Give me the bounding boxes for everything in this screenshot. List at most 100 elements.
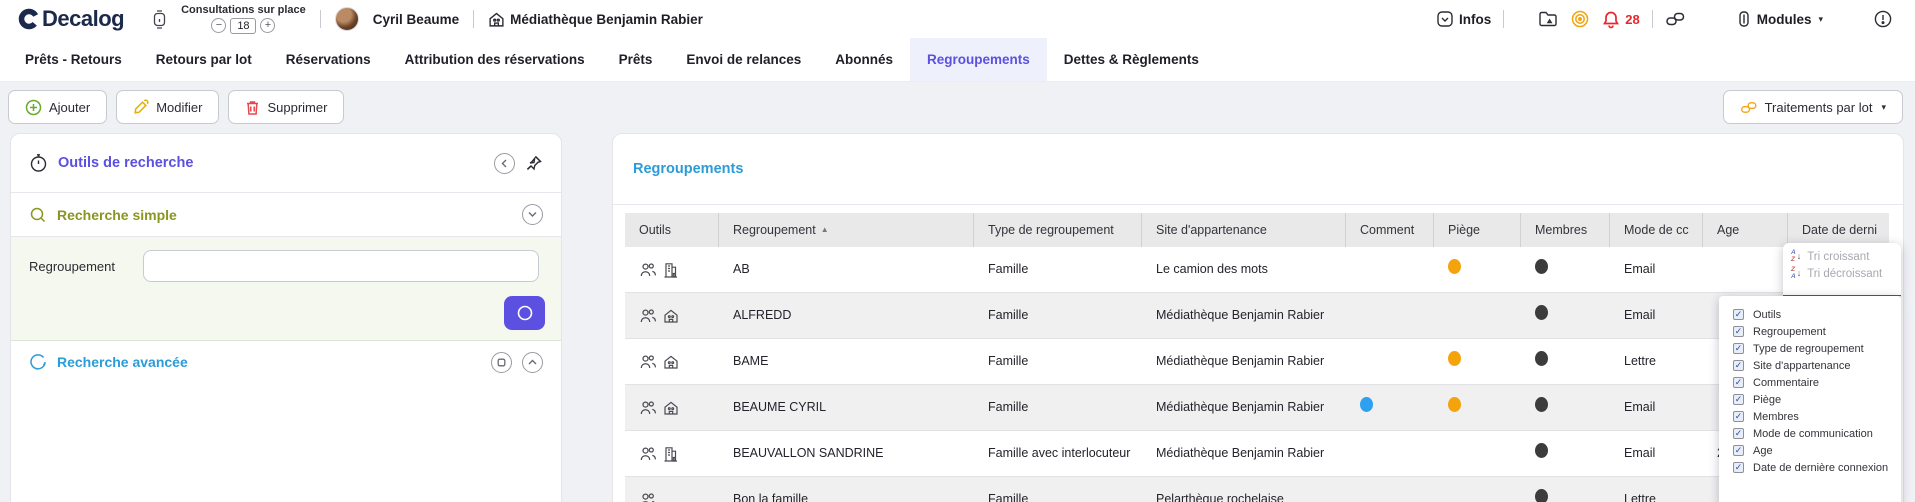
add-button[interactable]: Ajouter	[8, 90, 107, 124]
nav-tab[interactable]: Attribution des réservations	[388, 38, 602, 81]
nav-tab[interactable]: Regroupements	[910, 38, 1047, 81]
family-icon[interactable]	[639, 400, 657, 416]
nav-tab[interactable]: Réservations	[269, 38, 388, 81]
checkbox-checked-icon: ✓	[1733, 462, 1744, 473]
building-icon[interactable]	[663, 262, 678, 278]
column-toggle-item[interactable]: ✓ Membres	[1719, 408, 1901, 425]
column-toggle-item[interactable]: ✓ Regroupement	[1719, 323, 1901, 340]
column-toggle-label: Piège	[1753, 394, 1781, 406]
column-header[interactable]: Membres ▲	[1521, 213, 1610, 247]
delete-button[interactable]: Supprimer	[228, 90, 344, 124]
nav-tab[interactable]: Prêts - Retours	[8, 38, 139, 81]
column-header[interactable]: Date de derni ▲	[1788, 213, 1889, 247]
row-comment-cell	[1346, 437, 1434, 469]
table-row[interactable]: AB Famille Le camion des mots Email	[625, 247, 1889, 293]
building-icon[interactable]	[663, 446, 678, 462]
table-row[interactable]: BEAUME CYRIL Famille Médiathèque Benjami…	[625, 385, 1889, 431]
current-site[interactable]: Médiathèque Benjamin Rabier	[488, 11, 703, 28]
app-logo[interactable]: Decalog	[18, 6, 124, 32]
nav-tab-label: Retours par lot	[156, 52, 252, 67]
piege-dot	[1448, 397, 1461, 412]
table-row[interactable]: ALFREDD Famille Médiathèque Benjamin Rab…	[625, 293, 1889, 339]
row-piege-cell	[1434, 345, 1521, 377]
links-button[interactable]	[1665, 9, 1686, 29]
table-row[interactable]: BEAUVALLON SANDRINE Famille avec interlo…	[625, 431, 1889, 477]
stopwatch-icon	[29, 153, 48, 173]
column-toggle-item[interactable]: ✓ Age	[1719, 442, 1901, 459]
nav-tab[interactable]: Envoi de relances	[669, 38, 818, 81]
column-toggle-item[interactable]: ✓ Mode de communication	[1719, 425, 1901, 442]
column-header[interactable]: Type de regroupement ▲	[974, 213, 1142, 247]
house-icon[interactable]	[663, 354, 679, 370]
documents-button[interactable]	[1538, 9, 1558, 29]
sort-ascending-item[interactable]: AZ↓ Tri croissant	[1783, 248, 1901, 265]
column-header[interactable]: Comment ▲	[1346, 213, 1434, 247]
row-type-cell: Famille	[974, 346, 1142, 376]
simple-search-header[interactable]: Recherche simple	[11, 193, 561, 237]
advanced-search-title: Recherche avancée	[57, 354, 481, 370]
row-type-cell: Famille	[974, 300, 1142, 330]
user-avatar[interactable]	[335, 7, 359, 31]
search-submit-button[interactable]	[504, 296, 545, 330]
column-toggle-label: Commentaire	[1753, 377, 1819, 389]
family-icon[interactable]	[639, 308, 657, 324]
checkbox-checked-icon: ✓	[1733, 360, 1744, 371]
column-toggle-item[interactable]: ✓ Date de dernière connexion	[1719, 459, 1901, 476]
link-icon	[1740, 99, 1758, 116]
advanced-search-header[interactable]: Recherche avancée	[11, 341, 561, 383]
edit-button[interactable]: Modifier	[116, 90, 219, 124]
column-header[interactable]: Mode de cc ▲	[1610, 213, 1703, 247]
column-toggle-item[interactable]: ✓ Outils	[1719, 306, 1901, 323]
stop-section-button[interactable]	[491, 352, 512, 373]
row-name-cell: ALFREDD	[719, 300, 974, 330]
consultations-value[interactable]: 18	[230, 18, 256, 34]
nav-tab[interactable]: Prêts	[602, 38, 670, 81]
house-icon[interactable]	[663, 400, 679, 416]
infos-button[interactable]: Infos	[1436, 10, 1491, 28]
consultations-counter: Consultations sur place − 18 +	[181, 4, 306, 33]
column-header[interactable]: Piège ▲	[1434, 213, 1521, 247]
nav-tab[interactable]: Dettes & Règlements	[1047, 38, 1216, 81]
simple-search-title: Recherche simple	[57, 207, 512, 223]
checkbox-checked-icon: ✓	[1733, 326, 1744, 337]
alerts-button[interactable]	[1873, 9, 1893, 29]
expand-section-button[interactable]	[522, 352, 543, 373]
sort-descending-item[interactable]: ZA↓ Tri décroissant	[1783, 265, 1901, 282]
modules-menu[interactable]: Modules ▾	[1736, 10, 1823, 28]
collapse-panel-button[interactable]	[494, 153, 515, 174]
column-toggle-item[interactable]: ✓ Piège	[1719, 391, 1901, 408]
row-tools-cell	[625, 394, 719, 422]
family-icon[interactable]	[639, 492, 657, 502]
column-header[interactable]: Age ▲	[1703, 213, 1788, 247]
column-header[interactable]: Regroupement ▲	[719, 213, 974, 247]
column-toggle-item[interactable]: ✓ Site d'appartenance	[1719, 357, 1901, 374]
table-row[interactable]: BAME Famille Médiathèque Benjamin Rabier…	[625, 339, 1889, 385]
column-toggle-item[interactable]: ✓ Commentaire	[1719, 374, 1901, 391]
column-toggle-item[interactable]: ✓ Type de regroupement	[1719, 340, 1901, 357]
batch-actions-button[interactable]: Traitements par lot ▾	[1723, 90, 1903, 124]
pin-button[interactable]	[525, 154, 543, 172]
regroupements-table: Outils ▲ Regroupement ▲ Type de regroupe…	[625, 213, 1889, 502]
broadcast-button[interactable]	[1570, 9, 1590, 29]
search-icon	[516, 304, 534, 322]
table-row[interactable]: Bon la famille Famille Pelarthèque roche…	[625, 477, 1889, 502]
sort-descending-label: Tri décroissant	[1807, 268, 1882, 280]
column-header[interactable]: Outils ▲	[625, 213, 719, 247]
nav-tab[interactable]: Retours par lot	[139, 38, 269, 81]
family-icon[interactable]	[639, 262, 657, 278]
checkbox-checked-icon: ✓	[1733, 394, 1744, 405]
chevron-left-icon	[500, 159, 509, 168]
house-icon[interactable]	[663, 308, 679, 324]
nav-tab[interactable]: Abonnés	[818, 38, 910, 81]
family-icon[interactable]	[639, 446, 657, 462]
regroupement-input[interactable]	[143, 250, 539, 282]
column-header-label: Membres	[1535, 221, 1587, 239]
decrement-button[interactable]: −	[211, 18, 226, 33]
collapse-section-button[interactable]	[522, 204, 543, 225]
family-icon[interactable]	[639, 354, 657, 370]
divider	[1652, 10, 1653, 28]
increment-button[interactable]: +	[260, 18, 275, 33]
row-membres-cell	[1521, 437, 1610, 469]
column-header[interactable]: Site d'appartenance ▲	[1142, 213, 1346, 247]
notifications-button[interactable]: 28	[1602, 10, 1639, 29]
